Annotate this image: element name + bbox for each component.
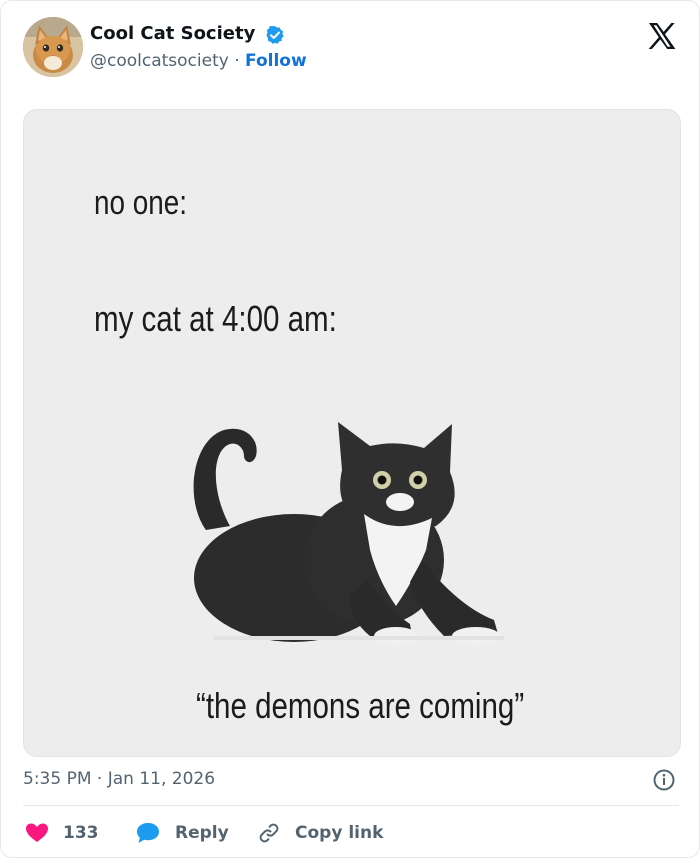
tweet-date: Jan 11, 2026 (107, 769, 216, 789)
divider (23, 805, 679, 806)
cat-image (193, 422, 504, 645)
like-count: 133 (63, 823, 99, 843)
link-icon (259, 823, 279, 843)
avatar-cat-image (23, 17, 83, 77)
author-handle[interactable]: @coolcatsociety (90, 51, 229, 71)
tweet-media[interactable]: no one: my cat at 4:00 am: “the demons a… (23, 109, 681, 757)
avatar[interactable] (23, 17, 83, 77)
x-logo-icon[interactable] (647, 21, 677, 51)
tweet-header: Cool Cat Society @coolcatsociety · Follo… (23, 17, 683, 81)
author-name[interactable]: Cool Cat Society (90, 23, 255, 45)
meme-caption: “the demons are coming” (196, 685, 525, 726)
like-button[interactable]: 133 (25, 818, 99, 848)
info-icon[interactable] (652, 768, 676, 792)
timestamp-separator: · (96, 769, 103, 789)
reply-label: Reply (175, 823, 229, 843)
follow-button[interactable]: Follow (245, 51, 307, 71)
tweet-actions: 133 Reply Copy link (23, 818, 683, 848)
copy-link-label: Copy link (295, 823, 384, 843)
meme-line-2: my cat at 4:00 am: (94, 298, 337, 339)
tweet-card: Cool Cat Society @coolcatsociety · Follo… (0, 0, 700, 858)
copy-link-button[interactable]: Copy link (257, 818, 383, 848)
verified-badge-icon (266, 26, 284, 44)
handle-separator: · (234, 51, 240, 71)
heart-icon (26, 823, 48, 842)
handle-line: @coolcatsociety · Follow (90, 50, 307, 72)
tweet-timestamp[interactable]: 5:35 PM · Jan 11, 2026 (23, 767, 215, 791)
meme-line-1: no one: (94, 184, 188, 222)
reply-button[interactable]: Reply (135, 818, 229, 848)
tweet-time: 5:35 PM (23, 769, 92, 789)
speech-bubble-icon (137, 823, 159, 843)
